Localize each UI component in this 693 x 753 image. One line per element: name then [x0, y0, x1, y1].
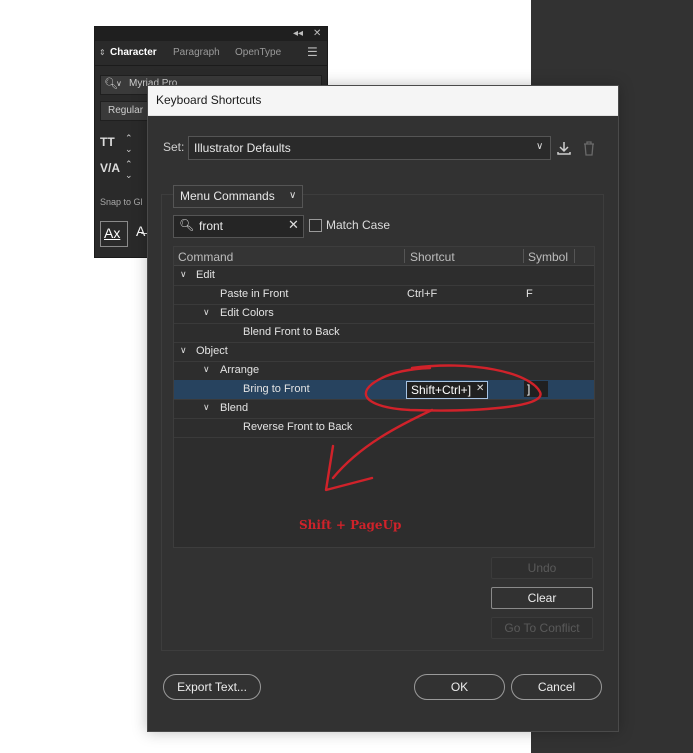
table-row[interactable]: ∨ Object [174, 342, 594, 362]
table-row-selected[interactable]: Bring to Front Shift+Ctrl+] ✕ ] [174, 380, 594, 400]
row-command: Object [196, 345, 228, 357]
kerning-stepper-icon[interactable]: ⌃ ⌄ [125, 159, 133, 181]
table-row[interactable]: ∨ Edit [174, 266, 594, 286]
match-case-checkbox[interactable] [309, 219, 322, 232]
row-command: Bring to Front [243, 383, 310, 395]
kerning-icon: V/A [100, 161, 121, 175]
table-header: Command Shortcut Symbol [174, 247, 594, 266]
table-row[interactable]: Paste in Front Ctrl+F F [174, 285, 594, 305]
annotation-text: Shift + PageUp [299, 518, 402, 532]
close-icon[interactable]: ✕ [313, 27, 321, 41]
font-style-field[interactable]: Regular [100, 101, 150, 121]
font-size-stepper-icon[interactable]: ⌃ ⌄ [125, 133, 133, 155]
expand-caret-icon[interactable]: ∨ [203, 307, 210, 318]
expand-caret-icon[interactable]: ∨ [180, 269, 187, 280]
match-case-label: Match Case [326, 218, 391, 232]
go-to-conflict-button[interactable]: Go To Conflict [491, 617, 593, 639]
column-shortcut[interactable]: Shortcut [410, 250, 455, 264]
panel-menu-icon[interactable]: ☰ [307, 45, 318, 59]
row-command: Paste in Front [220, 288, 289, 300]
row-command: Reverse Front to Back [243, 421, 353, 433]
row-command: Blend Front to Back [243, 326, 340, 338]
chevron-down-icon: ∨ [536, 141, 544, 152]
search-input[interactable] [199, 218, 279, 234]
row-command: Edit [196, 269, 215, 281]
row-command: Edit Colors [220, 307, 274, 319]
column-command[interactable]: Command [178, 250, 233, 264]
dialog-titlebar: Keyboard Shortcuts [148, 86, 618, 116]
panel-titlebar: ◂◂ ✕ [95, 27, 327, 41]
column-symbol[interactable]: Symbol [528, 250, 568, 264]
table-row[interactable]: ∨ Edit Colors [174, 304, 594, 324]
row-shortcut: Ctrl+F [407, 288, 438, 300]
undo-button[interactable]: Undo [491, 557, 593, 579]
tab-character[interactable]: Character [110, 47, 157, 58]
chevron-down-icon: ∨ [116, 79, 122, 88]
column-divider [523, 249, 524, 263]
font-size-icon: TT [100, 135, 115, 149]
export-text-button[interactable]: Export Text... [163, 674, 261, 700]
cancel-button[interactable]: Cancel [511, 674, 602, 700]
panel-tabs: ⇕ Character Paragraph OpenType ☰ [95, 41, 327, 66]
table-row[interactable]: ∨ Blend [174, 399, 594, 419]
tab-arrows-icon: ⇕ [99, 48, 106, 57]
save-set-icon[interactable] [556, 140, 572, 156]
expand-caret-icon[interactable]: ∨ [180, 345, 187, 356]
table-row[interactable]: Reverse Front to Back [174, 418, 594, 438]
row-command: Blend [220, 402, 249, 414]
keyboard-shortcuts-dialog: Keyboard Shortcuts Set: Illustrator Defa… [147, 85, 619, 732]
delete-set-icon[interactable] [582, 140, 596, 157]
ok-button[interactable]: OK [414, 674, 505, 700]
dialog-title: Keyboard Shortcuts [156, 93, 262, 107]
command-type-dropdown[interactable]: Menu Commands ∨ [173, 185, 303, 208]
table-row[interactable]: ∨ Arrange [174, 361, 594, 381]
symbol-edit-field[interactable]: ] [524, 381, 548, 397]
search-field[interactable]: 🔍︎ ✕ [173, 215, 304, 238]
expand-caret-icon[interactable]: ∨ [203, 364, 210, 375]
glyph-icon[interactable]: A̶ [136, 223, 145, 239]
clear-button[interactable]: Clear [491, 587, 593, 609]
tab-paragraph[interactable]: Paragraph [173, 47, 220, 58]
shortcut-edit-field[interactable]: Shift+Ctrl+] ✕ [406, 381, 488, 399]
snap-to-glyph-label: Snap to Gl [100, 197, 143, 207]
set-label: Set: [163, 140, 185, 154]
row-symbol: F [526, 288, 533, 300]
clear-search-icon[interactable]: ✕ [288, 217, 299, 233]
column-divider [404, 249, 405, 263]
table-row[interactable]: Blend Front to Back [174, 323, 594, 343]
tab-opentype[interactable]: OpenType [235, 47, 281, 58]
row-command: Arrange [220, 364, 260, 376]
shortcuts-table: Command Shortcut Symbol ∨ Edit Paste in … [173, 246, 595, 548]
set-dropdown[interactable]: Illustrator Defaults ∨ [188, 136, 551, 160]
set-value: Illustrator Defaults [194, 141, 291, 155]
shortcut-edit-value: Shift+Ctrl+] [411, 383, 472, 397]
chevron-down-icon: ∨ [289, 190, 297, 201]
clear-shortcut-icon[interactable]: ✕ [476, 383, 484, 394]
search-icon: 🔍︎ [179, 218, 195, 232]
expand-caret-icon[interactable]: ∨ [203, 402, 210, 413]
collapse-icon[interactable]: ◂◂ [293, 27, 303, 41]
font-style-value: Regular [108, 105, 144, 116]
command-type-value: Menu Commands [180, 189, 275, 203]
ax-button[interactable]: Ax [100, 221, 128, 247]
ax-label: Ax [104, 225, 121, 241]
column-divider [574, 249, 575, 263]
symbol-edit-value: ] [527, 382, 531, 396]
